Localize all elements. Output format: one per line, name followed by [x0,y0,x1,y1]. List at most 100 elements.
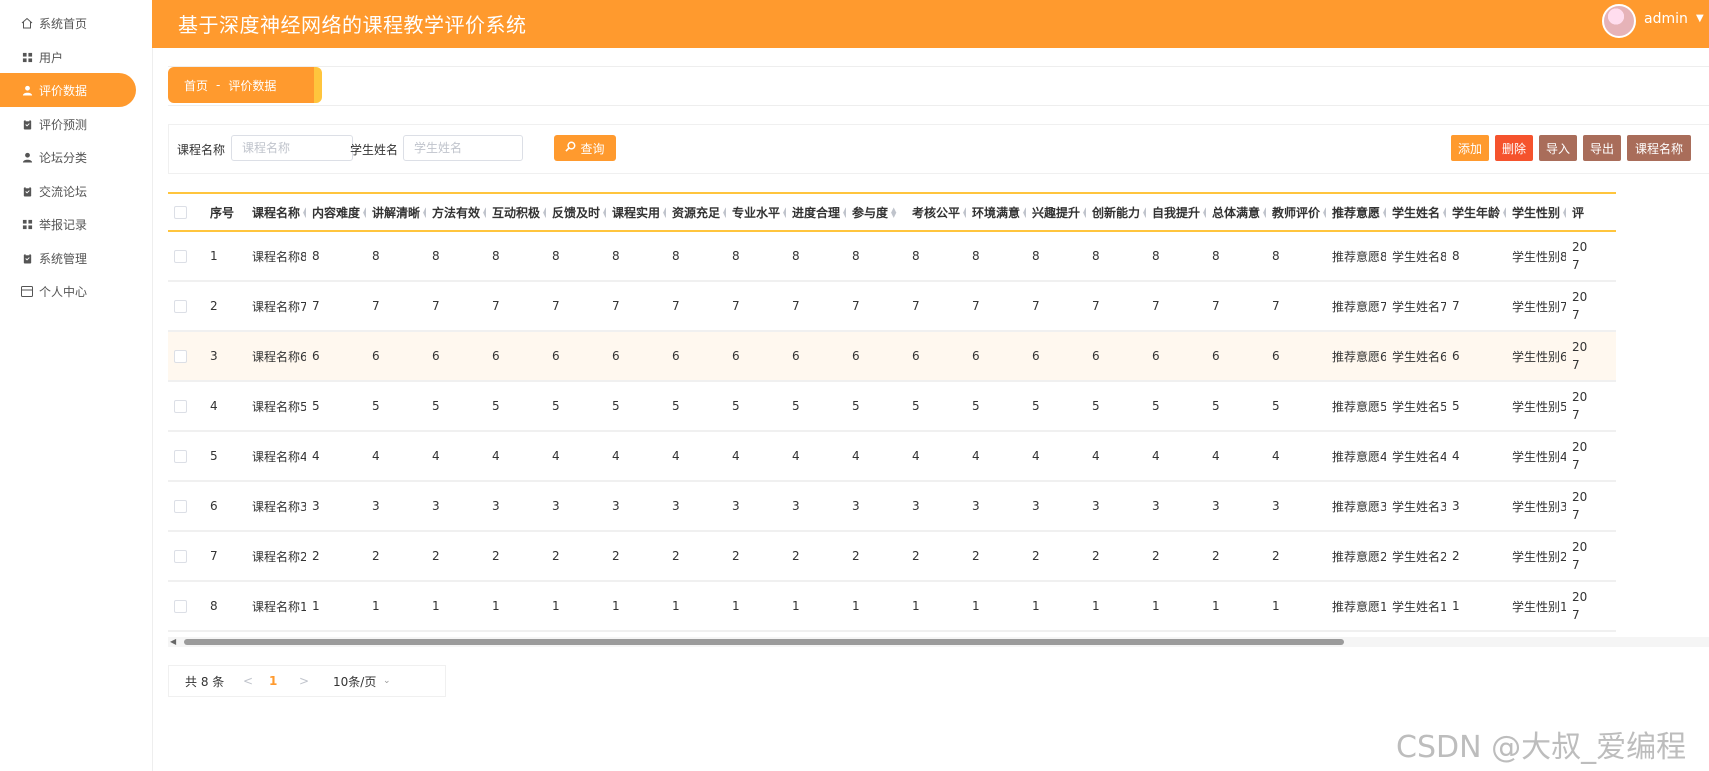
column-header[interactable]: 资源充足▲▼ [666,192,726,232]
horizontal-scrollbar[interactable]: ◀ [168,637,1709,647]
scrollbar-thumb[interactable] [184,639,1344,645]
table-row[interactable]: 1 课程名称8 8 8 8 8 8 8 8 8 8 8 8 8 8 8 8 8 8 推荐意愿8 学生姓名8 8 学生性别8 2… [168,232,1616,282]
sidebar-item[interactable]: 交流论坛 [0,174,136,208]
sort-icon[interactable]: ▲▼ [483,207,486,219]
sidebar-item[interactable]: 系统管理 [0,241,136,275]
column-header[interactable]: 自我提升▲▼ [1146,192,1206,232]
column-header[interactable]: 讲解清晰▲▼ [366,192,426,232]
column-header[interactable]: 教师评价▲▼ [1266,192,1326,232]
delete-button[interactable]: 删除 [1495,135,1533,161]
column-header[interactable]: 学生性别▲▼ [1506,192,1566,232]
course-name-input[interactable] [231,135,353,161]
column-header[interactable]: 参与度 ▲ ▼ [846,192,906,232]
breadcrumb-home[interactable]: 首页 [184,77,208,94]
table-row[interactable]: 6 课程名称3 3 3 3 3 3 3 3 3 3 3 3 3 3 3 3 3 3 推荐意愿3 学生姓名3 3 学生性别3 2… [168,482,1616,532]
sort-icon[interactable]: ▲▼ [963,207,966,219]
table-cell: 5 [1446,382,1506,432]
sidebar-item[interactable]: 评价预测 [0,107,136,141]
table-cell: 课程名称5 [246,382,306,432]
next-page-button[interactable]: > [299,674,309,688]
sidebar-item[interactable]: 评价数据 [0,73,136,107]
table-cell: 3 [726,482,786,532]
sort-icon[interactable]: ▲▼ [1263,207,1266,219]
column-header[interactable]: 总体满意▲▼ [1206,192,1266,232]
row-checkbox[interactable] [174,250,187,263]
sidebar-item[interactable]: 举报记录 [0,207,136,241]
avatar[interactable] [1602,4,1636,38]
column-header[interactable]: 评 [1566,192,1616,232]
column-header[interactable]: 创新能力▲▼ [1086,192,1146,232]
row-checkbox[interactable] [174,350,187,363]
column-header[interactable]: 互动积极▲▼ [486,192,546,232]
sort-icon[interactable]: ▲▼ [1563,207,1566,219]
user-name[interactable]: admin [1644,11,1688,27]
column-header[interactable]: 学生年龄▲▼ [1446,192,1506,232]
column-header[interactable]: 环境满意▲▼ [966,192,1026,232]
column-header[interactable]: 考核公平▲▼ [906,192,966,232]
sort-icon[interactable]: ▲▼ [843,207,846,219]
sort-icon[interactable]: ▲▼ [1443,207,1446,219]
column-header[interactable]: 内容难度▲▼ [306,192,366,232]
course-name-button[interactable]: 课程名称 [1627,135,1691,161]
sort-icon[interactable]: ▲▼ [1383,207,1386,219]
table-cell: 学生性别6 [1506,332,1566,382]
column-header[interactable]: 兴趣提升▲▼ [1026,192,1086,232]
add-button[interactable]: 添加 [1451,135,1489,161]
sort-icon[interactable]: ▲▼ [543,207,546,219]
sort-icon[interactable]: ▲▼ [1323,207,1326,219]
table-row[interactable]: 8 课程名称1 1 1 1 1 1 1 1 1 1 1 1 1 1 1 1 1 1 推荐意愿1 学生姓名1 1 学生性别1 2… [168,582,1616,632]
prev-page-button[interactable]: < [243,674,253,688]
chevron-down-icon[interactable]: ▼ [1696,13,1704,24]
sort-icon[interactable]: ▲▼ [663,207,666,219]
sort-icon[interactable]: ▲▼ [1023,207,1026,219]
column-header[interactable]: 课程名称▲▼ [246,192,306,232]
column-header[interactable]: 课程实用▲▼ [606,192,666,232]
row-checkbox[interactable] [174,400,187,413]
column-header[interactable]: 方法有效▲▼ [426,192,486,232]
sort-icon[interactable]: ▲▼ [1503,207,1506,219]
row-checkbox[interactable] [174,550,187,563]
column-header[interactable]: 推荐意愿▲▼ [1326,192,1386,232]
table-row[interactable]: 3 课程名称6 6 6 6 6 6 6 6 6 6 6 6 6 6 6 6 6 6 推荐意愿6 学生姓名6 6 学生性别6 2… [168,332,1616,382]
table-row[interactable]: 4 课程名称5 5 5 5 5 5 5 5 5 5 5 5 5 5 5 5 5 5 推荐意愿5 学生姓名5 5 学生性别5 2… [168,382,1616,432]
select-all-checkbox[interactable] [174,206,187,219]
export-button[interactable]: 导出 [1583,135,1621,161]
sort-icon[interactable]: ▲▼ [783,207,786,219]
query-button[interactable]: 查询 [554,135,616,161]
sort-icon[interactable]: ▲▼ [1143,207,1146,219]
chevron-down-icon[interactable]: ⌄ [383,676,391,686]
sort-icon[interactable]: ▲▼ [1083,207,1086,219]
column-header[interactable]: 序号 [204,192,246,232]
column-header[interactable]: 专业水平▲▼ [726,192,786,232]
page-number[interactable]: 1 [269,674,277,688]
scroll-left-icon[interactable]: ◀ [170,637,176,646]
student-name-input[interactable] [403,135,523,161]
sort-icon[interactable]: ▲▼ [1203,207,1206,219]
table-cell: 6 [306,332,366,382]
row-checkbox[interactable] [174,450,187,463]
data-table: 序号课程名称▲▼内容难度▲▼讲解清晰▲▼方法有效▲▼互动积极▲▼反馈及时▲▼课程… [168,192,1616,632]
table-cell: 课程名称7 [246,282,306,332]
sort-icon[interactable]: ▲▼ [303,207,306,219]
row-checkbox[interactable] [174,300,187,313]
row-checkbox[interactable] [174,500,187,513]
table-row[interactable]: 5 课程名称4 4 4 4 4 4 4 4 4 4 4 4 4 4 4 4 4 4 推荐意愿4 学生姓名4 4 学生性别4 2… [168,432,1616,482]
column-header[interactable]: 学生姓名▲▼ [1386,192,1446,232]
sidebar-item[interactable]: 系统首页 [0,6,136,40]
column-header[interactable]: 进度合理▲▼ [786,192,846,232]
sidebar-item[interactable]: 论坛分类 [0,140,136,174]
sort-icon[interactable]: ▲▼ [423,207,426,219]
sidebar-item[interactable]: 个人中心 [0,274,136,308]
row-checkbox[interactable] [174,600,187,613]
column-header[interactable]: 反馈及时▲▼ [546,192,606,232]
sidebar-item[interactable]: 用户 [0,40,136,74]
sort-icon[interactable]: ▲▼ [723,207,726,219]
import-button[interactable]: 导入 [1539,135,1577,161]
table-row[interactable]: 2 课程名称7 7 7 7 7 7 7 7 7 7 7 7 7 7 7 7 7 7 推荐意愿7 学生姓名7 7 学生性别7 2… [168,282,1616,332]
sort-icon[interactable]: ▲▼ [603,207,606,219]
table-cell: 学生姓名7 [1386,282,1446,332]
sort-icon[interactable]: ▲▼ [363,207,366,219]
sort-icon[interactable]: ▲▼ [891,207,896,219]
page-size-select[interactable]: 10条/页 [333,673,376,690]
table-row[interactable]: 7 课程名称2 2 2 2 2 2 2 2 2 2 2 2 2 2 2 2 2 2 推荐意愿2 学生姓名2 2 学生性别2 2… [168,532,1616,582]
